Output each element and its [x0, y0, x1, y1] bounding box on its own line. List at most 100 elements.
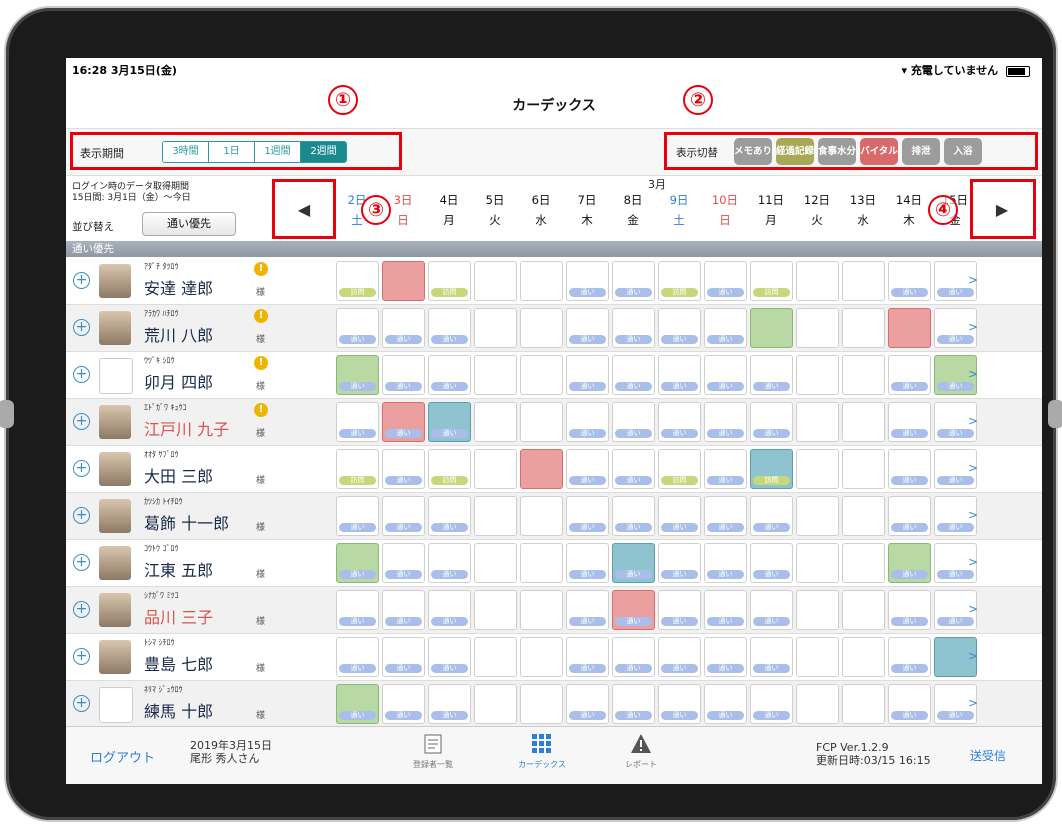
day-cell[interactable] — [520, 590, 563, 630]
day-cell[interactable]: 通い — [336, 590, 379, 630]
day-cell[interactable]: 通い — [336, 637, 379, 677]
day-cell[interactable]: 通い — [382, 308, 425, 348]
day-cell[interactable]: 通い — [888, 496, 931, 536]
day-cell[interactable]: 通い — [704, 543, 747, 583]
day-cell[interactable]: 通い — [566, 449, 609, 489]
day-cell[interactable]: 通い — [428, 590, 471, 630]
day-cell[interactable] — [520, 261, 563, 301]
day-cell[interactable]: 通い — [658, 355, 701, 395]
add-record-icon[interactable]: + — [73, 319, 90, 336]
day-cell[interactable] — [842, 402, 885, 442]
day-cell[interactable]: 通い — [612, 496, 655, 536]
day-cell[interactable] — [842, 543, 885, 583]
day-cell[interactable]: 通い — [566, 261, 609, 301]
day-cell[interactable]: 通い — [658, 402, 701, 442]
day-cell[interactable]: 通い — [566, 637, 609, 677]
day-cell[interactable]: 通い — [612, 543, 655, 583]
day-cell[interactable] — [888, 308, 931, 348]
day-cell[interactable]: 通い — [336, 496, 379, 536]
day-cell[interactable]: 通い — [658, 543, 701, 583]
day-cell[interactable]: 訪問 — [428, 449, 471, 489]
day-cell[interactable] — [750, 308, 793, 348]
day-cell[interactable]: 通い — [428, 637, 471, 677]
resident-row[interactable]: + ｱﾗｶﾜ ﾊﾁﾛｳ 荒川 八郎! 様通い 通い 通い 通い 通い 通い 通い 通い > — [66, 305, 1042, 352]
day-cell[interactable]: 通い — [750, 684, 793, 724]
day-cell[interactable] — [842, 637, 885, 677]
add-record-icon[interactable]: + — [73, 554, 90, 571]
resident-row[interactable]: + ﾄｼﾏ ｼﾁﾛｳ 豊島 七郎様通い 通い 通い 通い 通い 通い 通い 通い 通い > — [66, 634, 1042, 681]
add-record-icon[interactable]: + — [73, 366, 90, 383]
day-cell[interactable]: 通い — [704, 590, 747, 630]
day-cell[interactable]: 通い — [658, 637, 701, 677]
day-cell[interactable]: 通い — [336, 308, 379, 348]
day-cell[interactable] — [796, 402, 839, 442]
day-cell[interactable] — [842, 684, 885, 724]
day-cell[interactable] — [842, 308, 885, 348]
day-cell[interactable] — [520, 308, 563, 348]
day-cell[interactable]: 通い — [750, 402, 793, 442]
day-cell[interactable] — [474, 261, 517, 301]
day-cell[interactable] — [474, 543, 517, 583]
day-cell[interactable] — [520, 496, 563, 536]
day-cell[interactable]: 通い — [336, 355, 379, 395]
day-cell[interactable] — [474, 402, 517, 442]
chevron-right-icon[interactable]: > — [968, 602, 978, 616]
day-cell[interactable]: 通い — [612, 402, 655, 442]
day-cell[interactable]: 通い — [382, 449, 425, 489]
day-cell[interactable]: 通い — [704, 496, 747, 536]
day-cell[interactable]: 通い — [750, 590, 793, 630]
day-cell[interactable] — [474, 449, 517, 489]
day-cell[interactable]: 訪問 — [658, 449, 701, 489]
day-cell[interactable]: 通い — [612, 590, 655, 630]
day-cell[interactable] — [796, 355, 839, 395]
resident-row[interactable]: + ｺｳﾄｳ ｺﾞﾛｳ 江東 五郎様通い 通い 通い 通い 通い 通い 通い 通い 通い 通い > — [66, 540, 1042, 587]
day-cell[interactable]: 通い — [382, 402, 425, 442]
day-cell[interactable]: 通い — [888, 261, 931, 301]
day-cell[interactable]: 通い — [566, 684, 609, 724]
resident-row[interactable]: + ｱﾀﾞﾁ ﾀﾂﾛｳ 安達 達郎! 様訪問 訪問 通い 通い 訪問 通い 訪問 通い 通い > — [66, 258, 1042, 305]
day-cell[interactable]: 通い — [428, 684, 471, 724]
logout-button[interactable]: ログアウト — [90, 747, 155, 766]
day-cell[interactable]: 通い — [750, 496, 793, 536]
resident-row[interactable]: + ﾈﾘﾏ ｼﾞｭｳﾛｳ 練馬 十郎様通い 通い 通い 通い 通い 通い 通い 通い 通い 通い > — [66, 681, 1042, 728]
day-cell[interactable] — [520, 543, 563, 583]
add-record-icon[interactable]: + — [73, 601, 90, 618]
day-cell[interactable] — [520, 684, 563, 724]
day-cell[interactable] — [842, 590, 885, 630]
tab-resident-list[interactable]: 登録者一覧 — [398, 733, 468, 770]
day-cell[interactable] — [520, 355, 563, 395]
add-record-icon[interactable]: + — [73, 648, 90, 665]
day-cell[interactable] — [842, 355, 885, 395]
day-cell[interactable]: 通い — [566, 496, 609, 536]
day-cell[interactable]: 通い — [428, 543, 471, 583]
chevron-right-icon[interactable]: > — [968, 461, 978, 475]
day-cell[interactable] — [796, 637, 839, 677]
day-cell[interactable]: 通い — [382, 496, 425, 536]
day-cell[interactable]: 通い — [658, 684, 701, 724]
day-cell[interactable]: 通い — [566, 355, 609, 395]
day-cell[interactable]: 通い — [704, 308, 747, 348]
day-cell[interactable] — [474, 590, 517, 630]
day-cell[interactable] — [842, 261, 885, 301]
day-cell[interactable] — [796, 308, 839, 348]
day-cell[interactable]: 通い — [336, 543, 379, 583]
day-cell[interactable]: 通い — [888, 590, 931, 630]
add-record-icon[interactable]: + — [73, 695, 90, 712]
sort-button[interactable]: 通い優先 — [142, 212, 236, 236]
tab-kardex[interactable]: カーデックス — [507, 733, 577, 770]
day-cell[interactable]: 訪問 — [750, 261, 793, 301]
day-cell[interactable] — [796, 449, 839, 489]
day-cell[interactable]: 通い — [704, 684, 747, 724]
day-cell[interactable]: 通い — [336, 402, 379, 442]
chevron-right-icon[interactable]: > — [968, 414, 978, 428]
day-cell[interactable]: 訪問 — [428, 261, 471, 301]
day-cell[interactable]: 通い — [612, 637, 655, 677]
day-cell[interactable]: 通い — [704, 355, 747, 395]
chevron-right-icon[interactable]: > — [968, 320, 978, 334]
day-cell[interactable]: 通い — [382, 543, 425, 583]
resident-row[interactable]: + ｼﾅｶﾞﾜ ﾐﾂｺ 品川 三子様通い 通い 通い 通い 通い 通い 通い 通い 通い 通い > — [66, 587, 1042, 634]
day-cell[interactable]: 通い — [382, 355, 425, 395]
chevron-right-icon[interactable]: > — [968, 649, 978, 663]
day-cell[interactable] — [520, 637, 563, 677]
day-cell[interactable]: 通い — [428, 402, 471, 442]
